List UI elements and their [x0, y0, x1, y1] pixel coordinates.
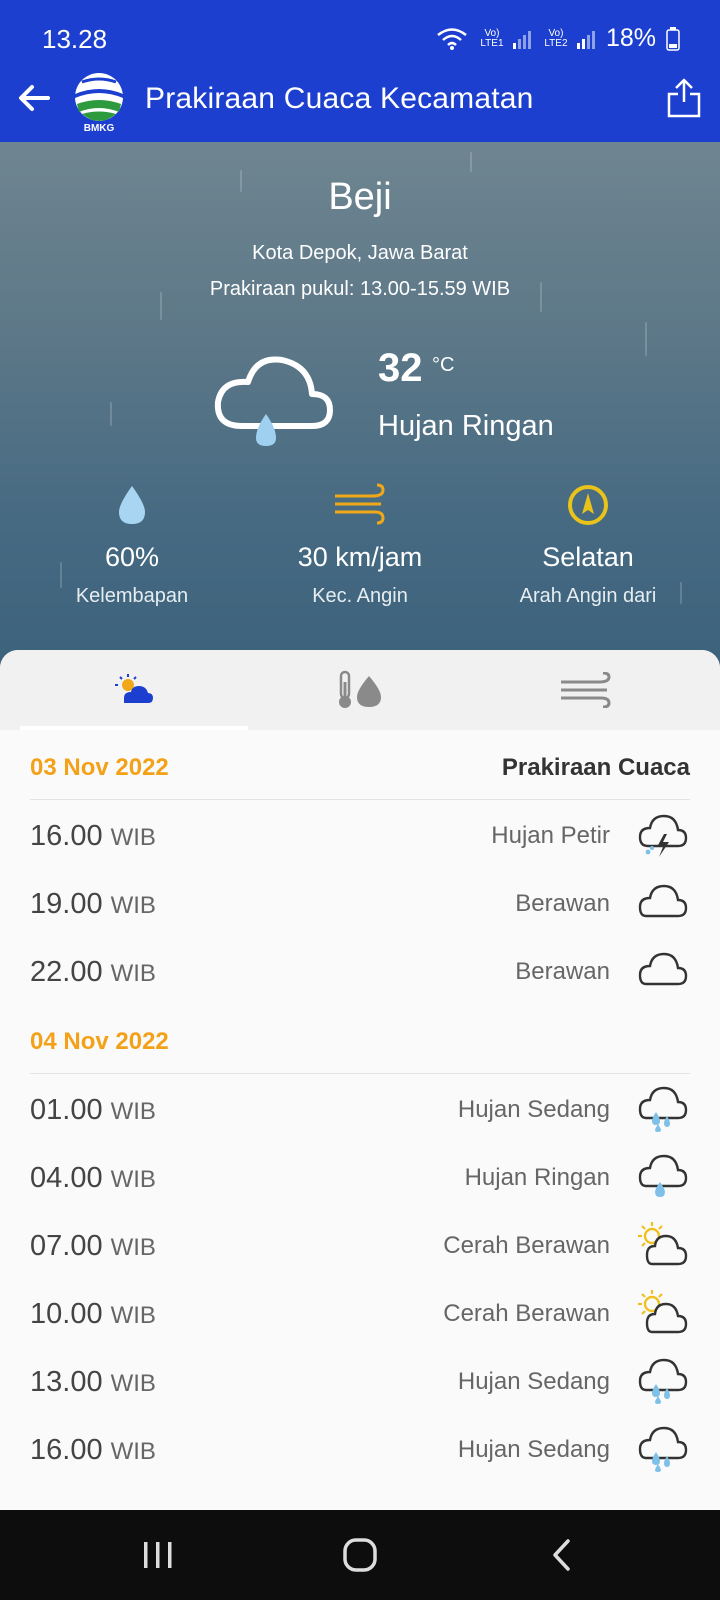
temperature-value: 32	[378, 346, 423, 390]
sim1-signal: Vo) LTE1	[478, 27, 532, 49]
status-bar: 13.28 Vo) LTE1 Vo) LTE2 18%	[0, 0, 720, 58]
temperature-unit: °C	[432, 354, 455, 376]
forecast-condition: Cerah Berawan	[443, 1300, 610, 1327]
forecast-row: 13.00 WIB Hujan Sedang	[0, 1346, 720, 1414]
signal-icon	[512, 30, 531, 49]
forecast-tabs	[0, 650, 720, 730]
forecast-column-title: Prakiraan Cuaca	[501, 754, 690, 781]
page-title: Prakiraan Cuaca Kecamatan	[145, 82, 534, 115]
forecast-condition: Hujan Ringan	[464, 1164, 610, 1191]
forecast-condition: Hujan Sedang	[457, 1436, 610, 1463]
weather-tab-icon	[115, 674, 153, 703]
partly-cloudy-icon	[638, 1290, 688, 1334]
wind-speed-stat: 30 km/jam Kec. Angin	[240, 482, 480, 608]
forecast-condition: Hujan Petir	[491, 822, 610, 849]
signal-icon	[576, 30, 595, 49]
humidity-stat: 60% Kelembapan	[12, 482, 252, 608]
forecast-row: 16.00 WIB Hujan Petir	[0, 800, 720, 868]
wind-speed-label: Kec. Angin	[312, 585, 408, 607]
wind-speed-icon	[335, 483, 385, 525]
thunderstorm-icon	[638, 814, 688, 857]
location-region: Kota Depok, Jawa Barat	[252, 242, 468, 264]
wind-direction-label: Arah Angin dari	[519, 585, 657, 607]
moderate-rain-icon	[638, 1426, 688, 1472]
forecast-condition: Berawan	[515, 890, 610, 917]
forecast-list: 03 Nov 2022 Prakiraan Cuaca 16.00 WIB Huj…	[0, 730, 720, 1482]
current-condition: Hujan Ringan	[378, 410, 554, 442]
back-arrow-icon[interactable]	[12, 76, 56, 120]
forecast-row: 04.00 WIB Hujan Ringan	[0, 1142, 720, 1210]
cloud-icon	[638, 952, 688, 986]
forecast-condition: Hujan Sedang	[457, 1368, 610, 1395]
status-time: 13.28	[42, 24, 108, 54]
back-button[interactable]	[532, 1532, 592, 1578]
forecast-row: 07.00 WIB Cerah Berawan	[0, 1210, 720, 1278]
cloud-drizzle-icon	[214, 356, 333, 446]
forecast-row: 19.00 WIB Berawan	[0, 868, 720, 936]
forecast-time: Prakiraan pukul: 13.00-15.59 WIB	[209, 278, 511, 300]
recent-apps-icon	[144, 1542, 172, 1568]
sim2-label: Vo) LTE2	[544, 27, 568, 49]
forecast-time: 19.00 WIB	[30, 888, 156, 920]
day-date: 03 Nov 2022	[30, 754, 169, 781]
battery-percent: 18%	[605, 24, 656, 52]
compass-icon	[568, 485, 608, 525]
location-name: Beji	[328, 176, 392, 218]
forecast-time: 10.00 WIB	[30, 1298, 156, 1330]
forecast-time: 22.00 WIB	[30, 956, 156, 988]
forecast-time: 07.00 WIB	[30, 1230, 156, 1262]
status-icons: Vo) LTE1 Vo) LTE2 18%	[436, 24, 680, 53]
forecast-row: 10.00 WIB Cerah Berawan	[0, 1278, 720, 1346]
humidity-value: 60%	[104, 542, 160, 572]
moderate-rain-icon	[638, 1086, 688, 1132]
sim2-signal: Vo) LTE2	[542, 27, 596, 49]
light-rain-icon	[638, 1154, 688, 1197]
temperature-humidity-tab-icon	[339, 670, 381, 708]
wind-tab-icon	[561, 672, 611, 708]
forecast-time: 16.00 WIB	[30, 820, 156, 852]
tab-temperature-humidity[interactable]	[240, 650, 480, 730]
sim1-label: Vo) LTE1	[480, 27, 504, 49]
day-date: 04 Nov 2022	[30, 1028, 169, 1055]
wind-direction-value: Selatan	[542, 542, 634, 572]
forecast-condition: Berawan	[515, 958, 610, 985]
cloud-icon	[638, 884, 688, 918]
humidity-drop-icon	[119, 486, 145, 524]
current-weather-panel: Beji Kota Depok, Jawa Barat Prakiraan pu…	[0, 142, 720, 682]
forecast-time: 13.00 WIB	[30, 1366, 156, 1398]
svg-text:BMKG: BMKG	[84, 123, 115, 132]
forecast-time: 04.00 WIB	[30, 1162, 156, 1194]
system-navigation-bar	[0, 1510, 720, 1600]
humidity-label: Kelembapan	[75, 585, 189, 607]
share-icon[interactable]	[664, 76, 704, 120]
tab-weather[interactable]	[14, 650, 254, 730]
forecast-condition: Hujan Sedang	[457, 1096, 610, 1123]
day-header: 03 Nov 2022 Prakiraan Cuaca	[0, 730, 720, 800]
forecast-row: 16.00 WIB Hujan Sedang	[0, 1414, 720, 1482]
home-button[interactable]	[330, 1532, 390, 1578]
moderate-rain-icon	[638, 1358, 688, 1404]
battery-icon	[666, 26, 680, 51]
wind-speed-value: 30 km/jam	[297, 542, 423, 572]
partly-cloudy-icon	[638, 1222, 688, 1266]
back-chevron-icon	[553, 1539, 570, 1571]
app-bar: BMKG Prakiraan Cuaca Kecamatan	[0, 58, 720, 142]
wifi-icon	[437, 27, 467, 50]
forecast-condition: Cerah Berawan	[443, 1232, 610, 1259]
forecast-time: 16.00 WIB	[30, 1434, 156, 1466]
forecast-row: 22.00 WIB Berawan	[0, 936, 720, 1004]
forecast-time: 01.00 WIB	[30, 1094, 156, 1126]
recent-apps-button[interactable]	[128, 1532, 188, 1578]
forecast-sheet: 03 Nov 2022 Prakiraan Cuaca 16.00 WIB Huj…	[0, 650, 720, 1510]
tab-wind[interactable]	[466, 650, 706, 730]
forecast-row: 01.00 WIB Hujan Sedang	[0, 1074, 720, 1142]
wind-direction-stat: Selatan Arah Angin dari	[468, 482, 708, 608]
bmkg-logo: BMKG	[75, 73, 123, 132]
home-icon	[343, 1538, 377, 1572]
day-header: 04 Nov 2022	[0, 1004, 720, 1074]
